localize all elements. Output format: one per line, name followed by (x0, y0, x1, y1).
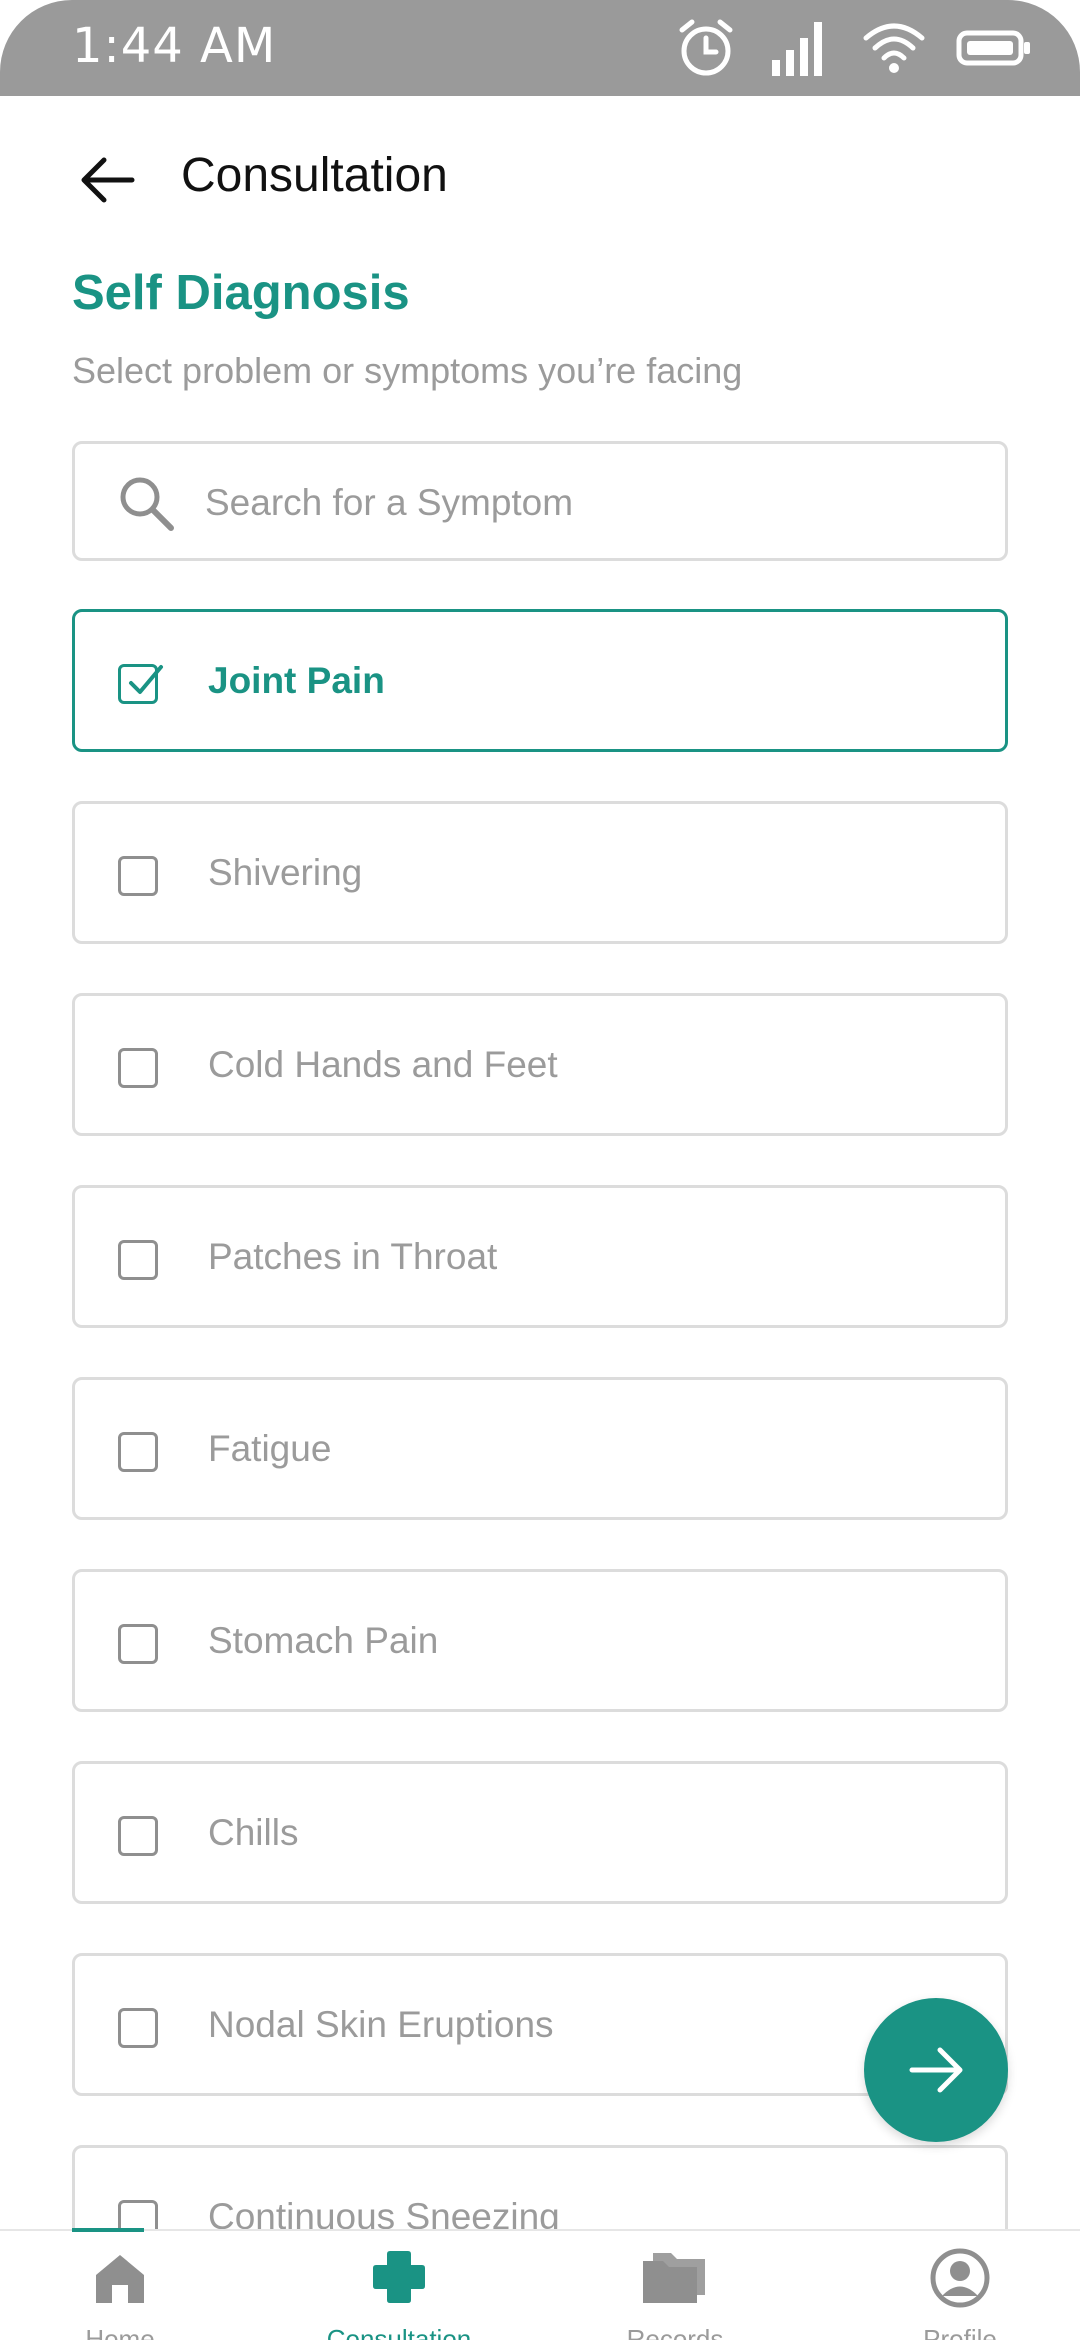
checkbox[interactable] (118, 1816, 158, 1856)
symptom-item-joint-pain[interactable]: Joint Pain (72, 609, 1008, 752)
nav-item-records[interactable]: Records (565, 2231, 785, 2340)
bottom-nav: Home Consultation Records Profile (0, 2228, 1080, 2340)
symptom-label: Fatigue (208, 1428, 332, 1469)
symptom-item-patches-in-throat[interactable]: Patches in Throat (72, 1185, 1008, 1328)
medical-cross-icon (373, 2251, 425, 2303)
nav-label: Profile (923, 2324, 997, 2340)
status-bar: 1:44 AM (0, 0, 1080, 96)
back-button[interactable] (72, 144, 144, 216)
checkbox[interactable] (118, 1048, 158, 1088)
status-time: 1:44 AM (72, 18, 277, 74)
symptom-label: Nodal Skin Eruptions (208, 2004, 554, 2045)
symptom-item-fatigue[interactable]: Fatigue (72, 1377, 1008, 1520)
symptom-label: Cold Hands and Feet (208, 1044, 558, 1085)
search-input[interactable] (205, 468, 965, 538)
search-box[interactable] (72, 441, 1008, 561)
page-title: Consultation (181, 149, 448, 202)
arrow-left-icon (81, 157, 135, 203)
checkbox-checked[interactable] (118, 664, 163, 704)
nav-item-consultation[interactable]: Consultation (289, 2231, 509, 2340)
symptom-item-chills[interactable]: Chills (72, 1761, 1008, 1904)
checkbox[interactable] (118, 856, 158, 896)
nav-label: Consultation (326, 2324, 472, 2340)
symptom-label: Joint Pain (208, 660, 385, 701)
next-button[interactable] (864, 1998, 1008, 2142)
checkbox[interactable] (118, 1240, 158, 1280)
symptom-item-shivering[interactable]: Shivering (72, 801, 1008, 944)
arrow-right-icon (909, 2047, 963, 2093)
home-icon (96, 2255, 144, 2303)
nav-item-home[interactable]: Home (10, 2231, 230, 2340)
symptom-item-cold-hands-and-feet[interactable]: Cold Hands and Feet (72, 993, 1008, 1136)
profile-icon (930, 2248, 990, 2308)
checkmark-icon (129, 665, 163, 694)
app-header: Consultation (0, 96, 1080, 258)
symptom-label: Patches in Throat (208, 1236, 498, 1277)
nav-label: Home (85, 2324, 155, 2340)
signal-icon (768, 16, 832, 80)
symptom-item-stomach-pain[interactable]: Stomach Pain (72, 1569, 1008, 1712)
status-icons (674, 16, 1032, 80)
section-title: Self Diagnosis (72, 266, 410, 320)
battery-icon (956, 16, 1032, 80)
nav-label: Records (626, 2324, 724, 2340)
folder-icon (643, 2253, 705, 2303)
nav-item-profile[interactable]: Profile (850, 2231, 1070, 2340)
symptom-label: Shivering (208, 852, 363, 893)
symptom-label: Chills (208, 1812, 299, 1853)
symptom-label: Stomach Pain (208, 1620, 439, 1661)
checkbox[interactable] (118, 1432, 158, 1472)
checkbox[interactable] (118, 1624, 158, 1664)
wifi-icon (862, 16, 926, 80)
search-icon (120, 477, 174, 531)
section-subtitle: Select problem or symptoms you’re facing (72, 350, 743, 391)
alarm-icon (674, 16, 738, 80)
checkbox[interactable] (118, 2008, 158, 2048)
